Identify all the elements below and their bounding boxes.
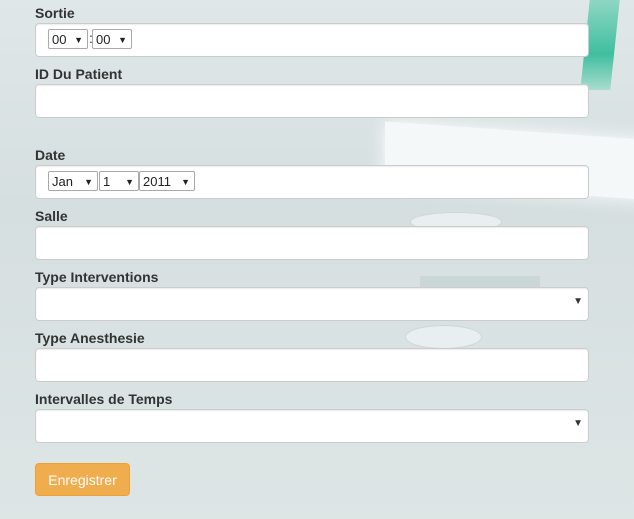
date-month-value: Jan xyxy=(52,174,73,189)
date-year-select[interactable]: 2011 ▼ xyxy=(139,171,195,191)
type-interventions-label: Type Interventions xyxy=(35,269,159,285)
caret-down-icon: ▼ xyxy=(573,418,583,429)
sortie-time-group: 00 ▼ : 00 ▼ xyxy=(35,23,589,57)
type-anesthesie-input[interactable] xyxy=(35,348,589,382)
type-anesthesie-label: Type Anesthesie xyxy=(35,330,145,346)
salle-input[interactable] xyxy=(35,226,589,260)
caret-down-icon: ▼ xyxy=(573,296,583,307)
sortie-hour-select[interactable]: 00 ▼ xyxy=(48,29,88,49)
chevron-down-icon: ▼ xyxy=(125,177,134,187)
date-day-value: 1 xyxy=(103,174,111,189)
chevron-down-icon: ▼ xyxy=(74,35,83,45)
sortie-minute-value: 00 xyxy=(96,32,111,47)
enregistrer-button[interactable]: Enregistrer xyxy=(35,463,130,496)
chevron-down-icon: ▼ xyxy=(118,35,127,45)
patient-id-input[interactable] xyxy=(35,84,589,118)
sortie-label: Sortie xyxy=(35,5,75,21)
date-month-select[interactable]: Jan ▼ xyxy=(48,171,98,191)
date-group: Jan ▼ 1 ▼ 2011 ▼ xyxy=(35,165,589,199)
date-day-select[interactable]: 1 ▼ xyxy=(99,171,139,191)
sortie-minute-select[interactable]: 00 ▼ xyxy=(92,29,132,49)
intervalles-temps-label: Intervalles de Temps xyxy=(35,391,173,407)
sortie-hour-value: 00 xyxy=(52,32,67,47)
intervalles-temps-select[interactable]: ▼ xyxy=(35,409,589,443)
date-label: Date xyxy=(35,147,66,163)
chevron-down-icon: ▼ xyxy=(84,177,93,187)
chevron-down-icon: ▼ xyxy=(181,177,190,187)
salle-label: Salle xyxy=(35,208,68,224)
patient-id-label: ID Du Patient xyxy=(35,66,123,82)
type-interventions-select[interactable]: ▼ xyxy=(35,287,589,321)
background-decoration-dish xyxy=(405,325,482,349)
date-year-value: 2011 xyxy=(143,174,171,189)
